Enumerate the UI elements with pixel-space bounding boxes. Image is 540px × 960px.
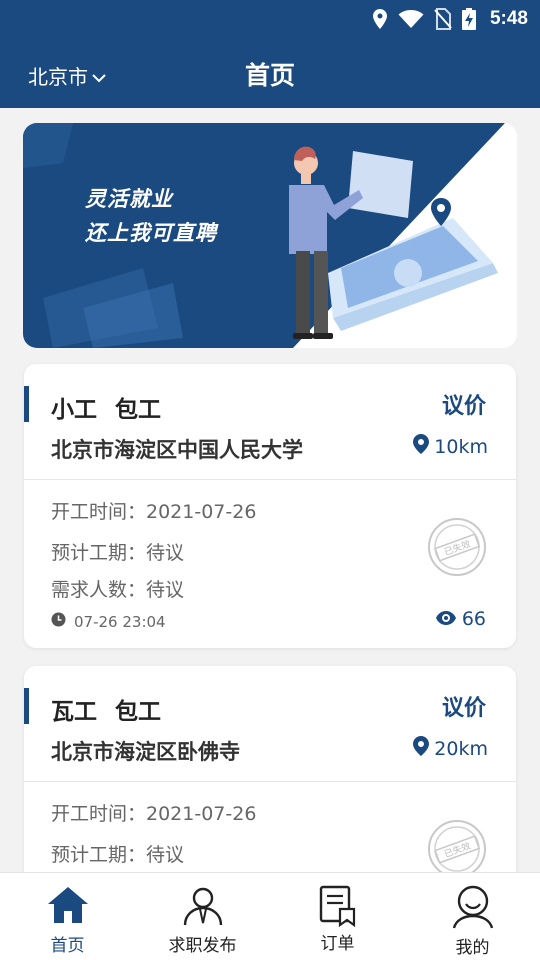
wifi-icon <box>398 9 424 29</box>
bottom-nav: 首页 求职发布 订单 我的 <box>0 872 540 960</box>
nav-item-profile[interactable]: 我的 <box>405 873 540 960</box>
card-divider <box>24 479 516 480</box>
eye-icon <box>435 608 456 630</box>
clock-icon <box>51 612 66 631</box>
nav-label-home: 首页 <box>50 936 85 956</box>
order-icon <box>318 885 358 931</box>
nav-item-orders[interactable]: 订单 <box>270 873 405 960</box>
nav-label-orders: 订单 <box>320 934 355 954</box>
duration: 预计工期：待议 <box>51 542 185 564</box>
posted-time-value: 07-26 23:04 <box>74 612 166 631</box>
card-accent-bar <box>24 688 29 724</box>
job-seeker-icon <box>182 885 224 931</box>
job-type: 小工 包工 <box>51 397 162 423</box>
location-pin-icon <box>413 736 430 761</box>
status-bar: 5:48 <box>372 6 528 32</box>
start-time: 开工时间：2021-07-26 <box>51 501 257 523</box>
job-address: 北京市海淀区中国人民大学 <box>51 438 303 462</box>
job-card[interactable]: 小工 包工 议价 北京市海淀区中国人民大学 10km 开工时间：2021-07-… <box>24 364 516 648</box>
nav-label-job-post: 求职发布 <box>168 936 237 956</box>
promo-banner[interactable]: 灵活就业 还上我可直聘 <box>23 123 517 348</box>
nav-item-job-post[interactable]: 求职发布 <box>135 873 270 960</box>
distance-value: 20km <box>434 737 488 760</box>
expired-stamp: 已失效 <box>426 516 488 582</box>
job-distance: 10km <box>413 434 488 459</box>
start-time: 开工时间：2021-07-26 <box>51 803 257 825</box>
no-sim-icon <box>434 8 452 30</box>
page-title: 首页 <box>244 61 295 90</box>
battery-charging-icon <box>461 8 476 30</box>
card-accent-bar <box>24 386 29 422</box>
job-price: 议价 <box>441 696 486 721</box>
app-header: 5:48 北京市 首页 <box>0 0 540 108</box>
job-card[interactable]: 瓦工 包工 议价 北京市海淀区卧佛寺 20km 开工时间：2021-07-26 … <box>24 666 516 906</box>
location-pin-icon <box>413 434 430 459</box>
duration: 预计工期：待议 <box>51 844 185 866</box>
job-type: 瓦工 包工 <box>51 699 162 725</box>
job-address: 北京市海淀区卧佛寺 <box>51 740 240 764</box>
posted-time: 07-26 23:04 <box>51 612 166 631</box>
nav-label-profile: 我的 <box>455 938 490 958</box>
location-status-icon <box>372 8 388 30</box>
job-price: 议价 <box>441 394 486 419</box>
profile-icon <box>452 885 494 933</box>
card-divider <box>24 781 516 782</box>
status-time: 5:48 <box>489 8 528 29</box>
headcount: 需求人数：待议 <box>51 579 185 601</box>
view-count-value: 66 <box>461 608 486 630</box>
banner-subheadline: 还上我可直聘 <box>85 221 217 245</box>
nav-item-home[interactable]: 首页 <box>0 873 135 960</box>
job-distance: 20km <box>413 736 488 761</box>
banner-headline: 灵活就业 <box>85 187 173 211</box>
home-icon <box>47 885 89 929</box>
view-count: 66 <box>435 608 486 630</box>
distance-value: 10km <box>434 435 488 458</box>
